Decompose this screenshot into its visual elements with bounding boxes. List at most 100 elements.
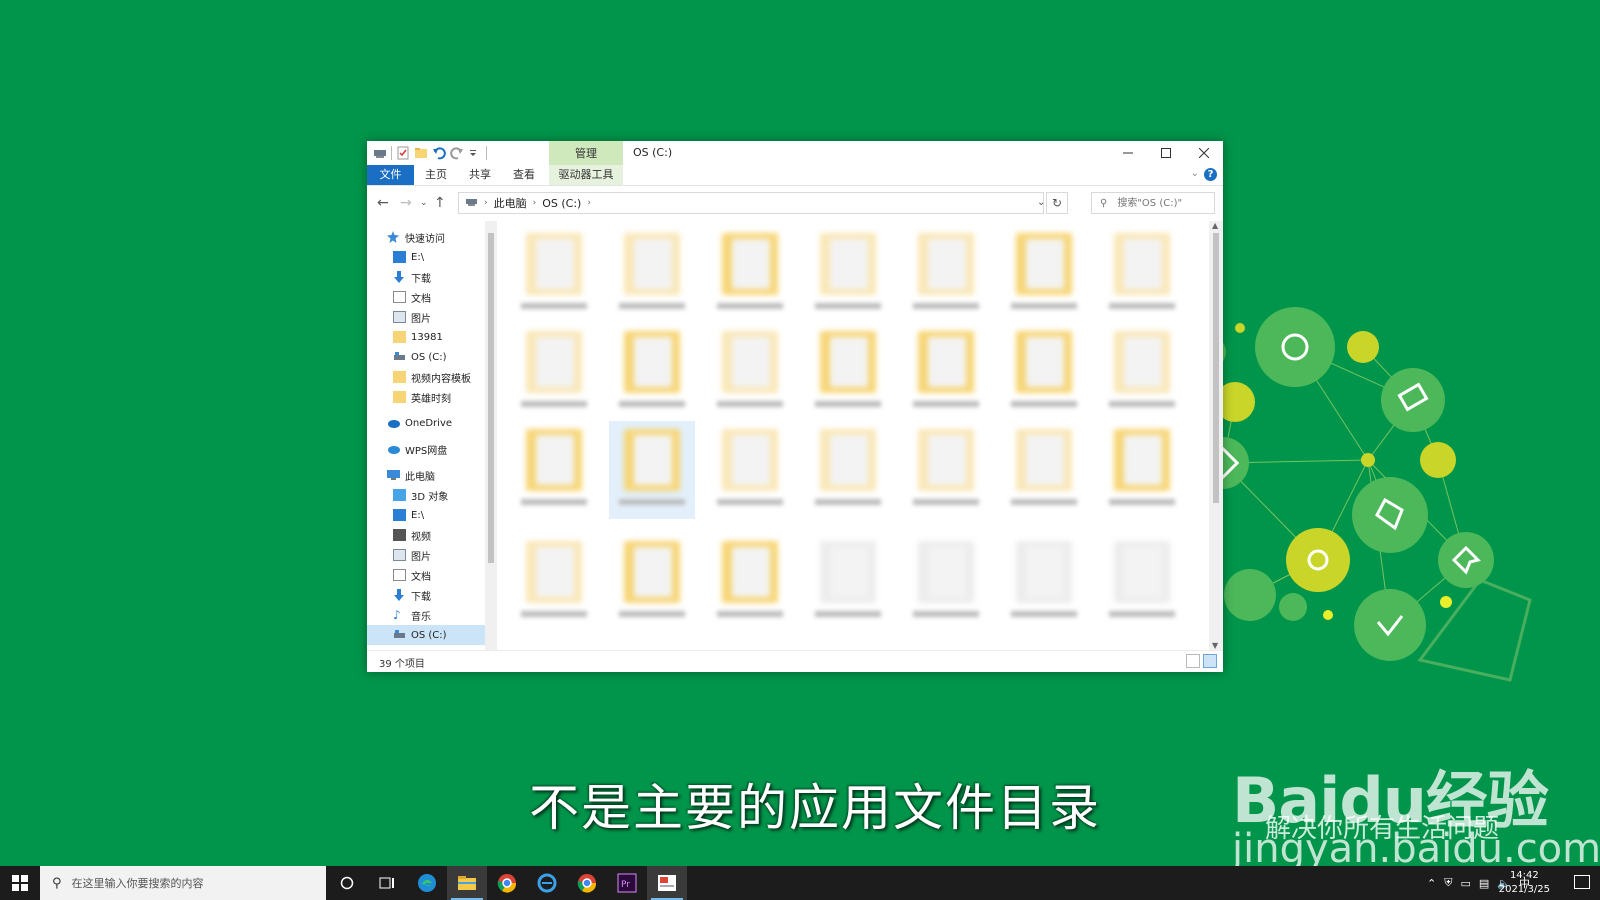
nav-item-video-templates[interactable]: 视频内容模板 [367, 367, 497, 387]
notification-center-icon[interactable] [1574, 875, 1590, 889]
breadcrumb-os-c[interactable]: OS (C:) [542, 197, 581, 210]
file-item[interactable] [1099, 533, 1185, 631]
nav-item-hero-moments[interactable]: 英雄时刻 [367, 387, 497, 407]
scrollbar-thumb[interactable] [488, 233, 494, 563]
file-item[interactable] [1001, 533, 1087, 631]
taskbar-search-box[interactable]: ⚲ 在这里输入你要搜索的内容 [40, 866, 326, 900]
large-icons-view-icon[interactable] [1203, 654, 1217, 668]
file-item[interactable] [707, 323, 793, 421]
file-item[interactable] [1099, 421, 1185, 519]
search-input[interactable] [1115, 196, 1210, 210]
nav-this-pc[interactable]: 此电脑 [367, 465, 497, 485]
scroll-down-icon[interactable]: ▼ [1212, 641, 1218, 650]
file-item[interactable] [511, 225, 597, 323]
file-item[interactable] [805, 533, 891, 631]
file-item[interactable] [903, 225, 989, 323]
security-shield-icon[interactable]: ⛨ [1444, 876, 1452, 890]
file-item[interactable] [805, 225, 891, 323]
chrome-alt-icon[interactable] [567, 866, 607, 900]
redo-icon[interactable] [450, 146, 464, 160]
presentation-app-icon[interactable] [647, 866, 687, 900]
up-arrow-icon[interactable]: ↑ [434, 195, 446, 211]
tab-file[interactable]: 文件 [367, 165, 414, 185]
tab-home[interactable]: 主页 [417, 165, 455, 185]
file-item[interactable] [707, 533, 793, 631]
file-explorer-icon[interactable] [447, 866, 487, 900]
nav-item-pc-os-c[interactable]: OS (C:) [367, 625, 497, 645]
nav-item-music[interactable]: ♪ 音乐 [367, 605, 497, 625]
details-view-icon[interactable] [1186, 654, 1200, 668]
file-item[interactable] [609, 533, 695, 631]
tab-manage[interactable]: 管理 [549, 141, 623, 165]
edge-browser-icon[interactable] [407, 866, 447, 900]
file-item[interactable] [511, 323, 597, 421]
cortana-icon[interactable] [327, 866, 367, 900]
file-item[interactable] [903, 533, 989, 631]
scroll-up-icon[interactable]: ▲ [1212, 221, 1218, 230]
nav-item-3d-objects[interactable]: 3D 对象 [367, 485, 497, 505]
start-button[interactable] [0, 866, 40, 900]
nav-wps-drive[interactable]: WPS网盘 [367, 439, 497, 459]
file-item[interactable] [903, 421, 989, 519]
file-item[interactable] [903, 323, 989, 421]
premiere-pro-icon[interactable]: Pr [607, 866, 647, 900]
file-item[interactable] [707, 225, 793, 323]
nav-item-documents[interactable]: 文档 📌 [367, 287, 497, 307]
help-icon[interactable]: ? [1204, 168, 1217, 181]
tab-share[interactable]: 共享 [461, 165, 499, 185]
chrome-icon[interactable] [487, 866, 527, 900]
file-item[interactable] [511, 533, 597, 631]
battery-icon[interactable]: ▭ [1460, 877, 1470, 890]
file-item[interactable] [1001, 225, 1087, 323]
forward-arrow-icon[interactable]: → [400, 195, 412, 211]
back-arrow-icon[interactable]: ← [377, 195, 389, 211]
close-button[interactable] [1185, 141, 1223, 165]
new-folder-icon[interactable] [414, 146, 428, 160]
customize-toolbar-icon[interactable] [468, 146, 482, 160]
file-item[interactable] [609, 323, 695, 421]
tray-overflow-chevron-icon[interactable]: ⌃ [1427, 877, 1436, 890]
file-item[interactable] [511, 421, 597, 519]
file-item[interactable] [1099, 323, 1185, 421]
nav-item-pictures[interactable]: 图片 📌 [367, 307, 497, 327]
address-field[interactable]: › 此电脑 › OS (C:) › [458, 192, 1044, 214]
taskbar-clock[interactable]: 14:42 2021/3/25 [1499, 869, 1550, 897]
tab-view[interactable]: 查看 [505, 165, 543, 185]
network-icon[interactable]: ▤ [1479, 877, 1489, 890]
address-dropdown-icon[interactable]: ⌄ [1037, 197, 1045, 208]
file-item[interactable] [1001, 421, 1087, 519]
nav-item-pc-documents[interactable]: 文档 [367, 565, 497, 585]
file-item[interactable] [609, 421, 695, 519]
breadcrumb-this-pc[interactable]: 此电脑 [494, 195, 527, 211]
file-item[interactable] [609, 225, 695, 323]
nav-onedrive[interactable]: OneDrive [367, 413, 497, 433]
nav-item-videos[interactable]: 视频 [367, 525, 497, 545]
minimize-button[interactable] [1109, 141, 1147, 165]
nav-item-downloads[interactable]: 下载 📌 [367, 267, 497, 287]
nav-quick-access[interactable]: 快速访问 [367, 227, 497, 247]
nav-item-pc-downloads[interactable]: 下载 [367, 585, 497, 605]
properties-icon[interactable] [396, 146, 410, 160]
file-item[interactable] [1099, 225, 1185, 323]
drive-icon[interactable] [373, 146, 387, 160]
nav-item-e-drive[interactable]: E:\ 📌 [367, 247, 497, 267]
refresh-button[interactable]: ↻ [1046, 192, 1068, 214]
recent-locations-chevron-icon[interactable]: ⌄ [420, 198, 428, 208]
content-scrollbar[interactable]: ▲ ▼ [1209, 221, 1223, 650]
task-view-icon[interactable] [367, 866, 407, 900]
nav-item-os-c[interactable]: OS (C:) [367, 347, 497, 367]
nav-item-pc-e-drive[interactable]: E:\ [367, 505, 497, 525]
file-item[interactable] [1001, 323, 1087, 421]
nav-item-13981[interactable]: 13981 [367, 327, 497, 347]
undo-icon[interactable] [432, 146, 446, 160]
tab-drive-tools[interactable]: 驱动器工具 [549, 165, 623, 185]
nav-item-pc-pictures[interactable]: 图片 [367, 545, 497, 565]
file-item[interactable] [707, 421, 793, 519]
file-item[interactable] [805, 323, 891, 421]
expand-ribbon-icon[interactable]: ⌄ [1191, 168, 1199, 179]
scrollbar-thumb[interactable] [1213, 233, 1219, 503]
navigation-scrollbar[interactable] [485, 221, 497, 650]
ie-browser-icon[interactable] [527, 866, 567, 900]
maximize-button[interactable] [1147, 141, 1185, 165]
search-box[interactable]: ⚲ [1091, 192, 1215, 214]
